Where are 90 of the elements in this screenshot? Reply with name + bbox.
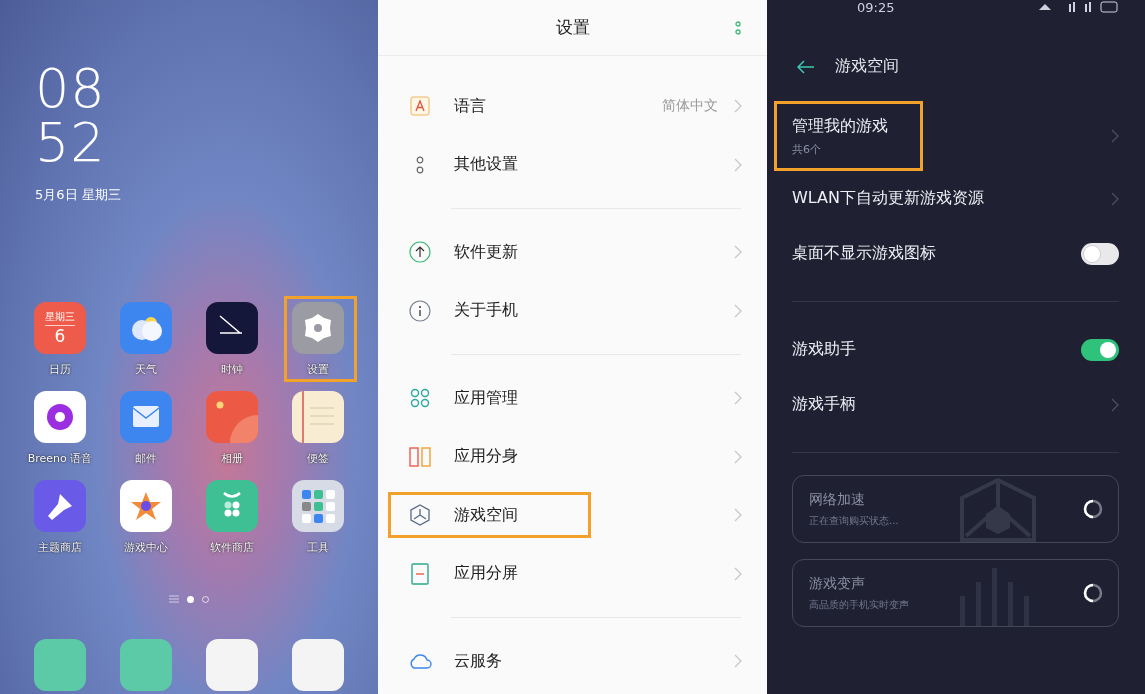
game-setting-row[interactable]: WLAN下自动更新游戏资源	[792, 171, 1119, 226]
game-setting-row[interactable]: 游戏助手	[792, 322, 1119, 377]
app-label: 软件商店	[210, 540, 254, 555]
app-label: 相册	[221, 451, 243, 466]
game-setting-row[interactable]: 桌面不显示游戏图标	[792, 226, 1119, 281]
dock-app-icon[interactable]	[120, 639, 172, 691]
page-title: 设置	[555, 16, 590, 39]
drawer-icon	[169, 595, 179, 603]
app-icon[interactable]	[34, 391, 86, 443]
chevron-icon	[734, 245, 742, 260]
apps-icon	[410, 388, 430, 409]
more-options-icon[interactable]	[735, 21, 741, 35]
chevron-icon	[734, 391, 742, 406]
feature-card[interactable]: 游戏变声 高品质的手机实时变声	[792, 559, 1119, 627]
settings-label: 软件更新	[454, 241, 519, 263]
setting-label: WLAN下自动更新游戏资源	[792, 188, 984, 209]
chevron-icon	[734, 157, 742, 172]
clock-minute: 52	[35, 116, 107, 170]
info-icon	[409, 299, 431, 322]
settings-label: 云服务	[454, 650, 503, 672]
settings-label: 应用分屏	[454, 563, 519, 585]
settings-row[interactable]: 应用管理	[378, 369, 767, 428]
setting-label: 管理我的游戏	[792, 115, 888, 137]
settings-label: 游戏空间	[454, 504, 519, 526]
dock-app-icon[interactable]	[34, 639, 86, 691]
app-label: 便签	[307, 451, 329, 466]
card-subtitle: 正在查询购买状态...	[809, 513, 899, 528]
app-label: 工具	[307, 540, 329, 555]
cloud-icon	[408, 653, 432, 670]
settings-label: 关于手机	[454, 300, 519, 322]
toggle-switch[interactable]	[1081, 338, 1119, 361]
dock-app-icon[interactable]	[206, 639, 258, 691]
app-label: Breeno 语音	[27, 451, 93, 466]
card-subtitle: 高品质的手机实时变声	[809, 597, 909, 612]
game-space-icon	[409, 504, 431, 527]
setting-subtitle: 共6个	[792, 141, 822, 157]
app-icon[interactable]	[120, 480, 172, 532]
app-label: 主题商店	[38, 540, 82, 555]
chevron-icon	[734, 303, 742, 318]
feature-card[interactable]: 网络加速 正在查询购买状态...	[792, 475, 1119, 543]
loading-spinner-icon	[1083, 499, 1103, 519]
settings-row[interactable]: 应用分屏	[378, 544, 767, 603]
loading-spinner-icon	[1083, 583, 1103, 603]
app-label: 时钟	[221, 362, 243, 377]
chevron-icon	[734, 449, 742, 464]
dock-app-icon[interactable]	[292, 639, 344, 691]
settings-row[interactable]: 云服务	[378, 632, 767, 691]
chevron-icon	[734, 508, 742, 523]
setting-label: 游戏助手	[792, 339, 856, 360]
app-label: 游戏中心	[124, 540, 168, 555]
card-title: 游戏变声	[809, 574, 866, 593]
setting-label: 桌面不显示游戏图标	[792, 243, 936, 264]
page-title: 游戏空间	[835, 56, 899, 77]
settings-label: 其他设置	[454, 154, 519, 176]
app-label: 天气	[135, 362, 157, 377]
app-label: 日历	[49, 362, 71, 377]
more-settings-icon	[416, 155, 424, 174]
settings-value: 简体中文	[662, 97, 718, 116]
date-text: 5月6日 星期三	[35, 186, 122, 204]
language-icon	[410, 96, 430, 117]
app-icon[interactable]	[34, 480, 86, 532]
chevron-icon	[1111, 191, 1119, 206]
chevron-icon	[734, 654, 742, 669]
settings-row[interactable]: 语言 简体中文	[378, 77, 767, 136]
settings-row[interactable]: 应用分身	[378, 427, 767, 486]
chevron-icon	[734, 99, 742, 114]
app-icon[interactable]	[206, 302, 258, 354]
settings-row[interactable]: 其他设置	[378, 135, 767, 194]
settings-label: 应用分身	[454, 446, 519, 468]
clone-icon	[409, 446, 431, 467]
settings-row[interactable]: 游戏空间	[378, 486, 767, 545]
settings-label: 应用管理	[454, 387, 519, 409]
settings-row[interactable]: 软件更新	[378, 223, 767, 282]
settings-label: 语言	[454, 95, 487, 117]
update-icon	[409, 241, 431, 264]
status-time: 09:25	[857, 0, 895, 15]
game-setting-row[interactable]: 管理我的游戏 共6个	[792, 101, 1119, 171]
back-arrow-icon[interactable]	[797, 59, 815, 74]
app-label: 邮件	[135, 451, 157, 466]
setting-label: 游戏手柄	[792, 394, 856, 415]
chevron-icon	[734, 566, 742, 581]
card-title: 网络加速	[809, 490, 866, 509]
toggle-switch[interactable]	[1081, 242, 1119, 265]
chevron-icon	[1111, 129, 1119, 143]
game-setting-row[interactable]: 游戏手柄	[792, 377, 1119, 432]
settings-row[interactable]: 关于手机	[378, 281, 767, 340]
split-screen-icon	[411, 562, 429, 585]
clock-hour: 08	[35, 62, 107, 116]
app-label: 设置	[307, 362, 329, 377]
chevron-icon	[1111, 397, 1119, 412]
